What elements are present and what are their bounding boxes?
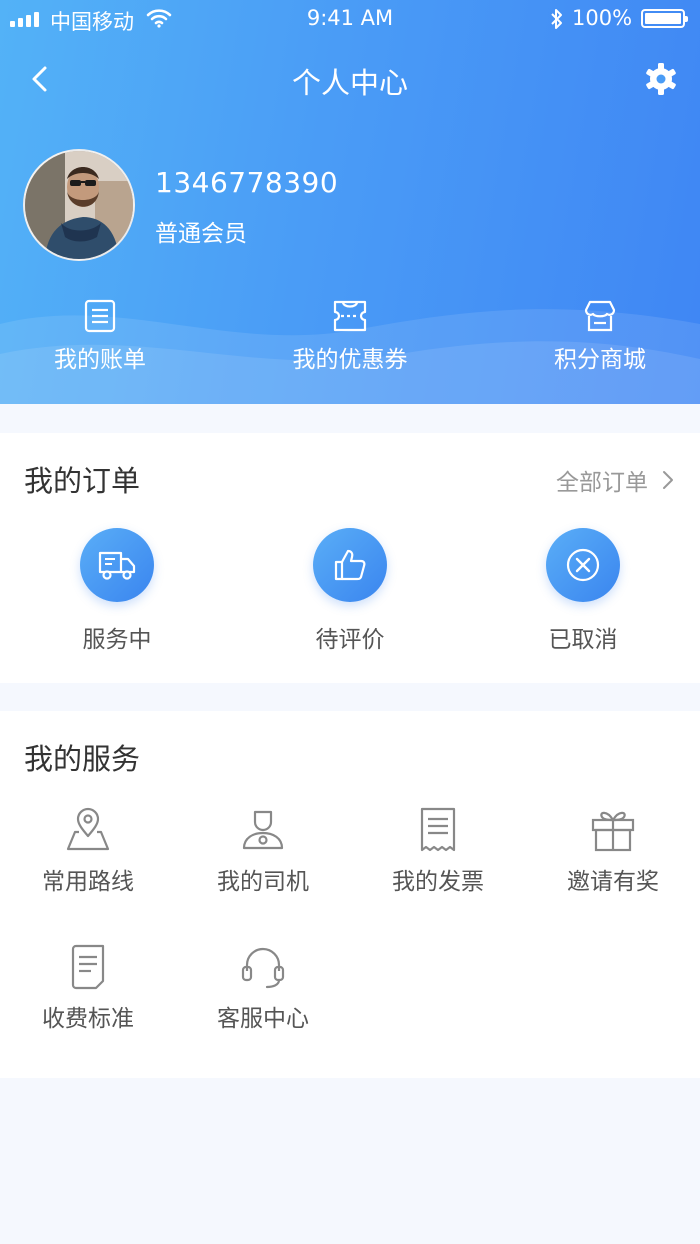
avatar[interactable] xyxy=(23,149,135,261)
map-pin-icon xyxy=(66,807,110,851)
gift-icon xyxy=(591,811,635,852)
order-to-review[interactable]: 待评价 xyxy=(290,528,410,654)
order-icon-bg xyxy=(546,528,620,602)
services-title: 我的服务 xyxy=(24,742,141,776)
headset-icon xyxy=(241,947,285,989)
service-label: 我的司机 xyxy=(217,869,309,895)
service-pricing[interactable]: 收费标准 xyxy=(13,943,163,1033)
service-label: 常用路线 xyxy=(42,869,134,895)
cancel-icon xyxy=(566,548,600,582)
battery-percent: 100% xyxy=(572,6,633,30)
profile-header: 中国移动 9:41 AM 100% 个人中心 1346778390 普通会员 我… xyxy=(0,0,700,404)
store-icon xyxy=(584,300,616,332)
service-routes[interactable]: 常用路线 xyxy=(13,806,163,896)
orders-title: 我的订单 xyxy=(24,464,141,498)
order-label: 服务中 xyxy=(82,627,152,653)
member-level: 普通会员 xyxy=(155,221,247,247)
order-in-service[interactable]: 服务中 xyxy=(57,528,177,654)
service-invoices[interactable]: 我的发票 xyxy=(363,806,513,896)
status-bar: 中国移动 9:41 AM 100% xyxy=(0,0,700,40)
service-label: 邀请有奖 xyxy=(567,869,659,895)
invoice-icon xyxy=(420,807,456,852)
bill-icon xyxy=(84,299,116,333)
services-card: 我的服务 常用路线 我的司机 我的发票 邀请有奖 收费标准 客服中心 xyxy=(0,711,700,1078)
service-label: 我的发票 xyxy=(392,869,484,895)
gear-icon[interactable] xyxy=(644,62,678,96)
order-label: 已取消 xyxy=(548,627,618,653)
document-icon xyxy=(71,944,105,990)
quick-link-coupon[interactable]: 我的优惠券 xyxy=(250,298,450,374)
user-phone: 1346778390 xyxy=(155,166,339,199)
all-orders-label: 全部订单 xyxy=(556,470,648,496)
quick-link-bill[interactable]: 我的账单 xyxy=(0,298,200,374)
order-icon-bg xyxy=(313,528,387,602)
battery-icon xyxy=(641,9,688,28)
service-invite-reward[interactable]: 邀请有奖 xyxy=(538,806,688,896)
service-customer-support[interactable]: 客服中心 xyxy=(188,943,338,1033)
quick-link-label: 我的账单 xyxy=(54,347,146,373)
coupon-icon xyxy=(333,300,367,332)
bluetooth-icon xyxy=(551,9,562,29)
quick-link-store[interactable]: 积分商城 xyxy=(500,298,700,374)
driver-icon xyxy=(242,810,284,850)
avatar-photo xyxy=(25,151,133,259)
truck-icon xyxy=(98,551,136,580)
service-label: 收费标准 xyxy=(42,1006,134,1032)
quick-link-label: 积分商城 xyxy=(554,347,646,373)
order-cancelled[interactable]: 已取消 xyxy=(523,528,643,654)
orders-card: 我的订单 全部订单 服务中 待评价 已取消 xyxy=(0,433,700,683)
order-icon-bg xyxy=(80,528,154,602)
service-label: 客服中心 xyxy=(217,1006,309,1032)
thumbs-up-icon xyxy=(334,549,366,581)
chevron-right-icon xyxy=(663,471,673,489)
order-label: 待评价 xyxy=(315,627,385,653)
service-drivers[interactable]: 我的司机 xyxy=(188,806,338,896)
page-title: 个人中心 xyxy=(291,66,408,100)
quick-link-label: 我的优惠券 xyxy=(292,347,408,373)
all-orders-link[interactable]: 全部订单 xyxy=(556,463,674,497)
